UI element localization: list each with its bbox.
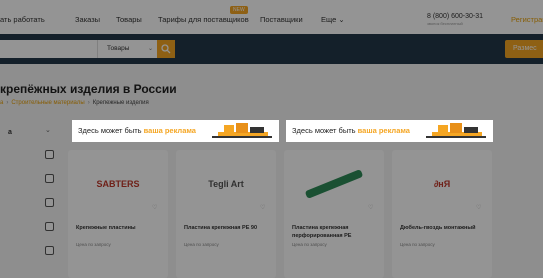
warehouse-illustration-icon xyxy=(426,123,486,138)
warehouse-illustration-icon xyxy=(212,123,272,138)
ad-text: Здесь может быть ваша реклама xyxy=(78,126,196,135)
ad-banner[interactable]: Здесь может быть ваша реклама xyxy=(286,120,493,142)
ad-text: Здесь может быть ваша реклама xyxy=(292,126,410,135)
ad-banner[interactable]: Здесь может быть ваша реклама xyxy=(72,120,279,142)
